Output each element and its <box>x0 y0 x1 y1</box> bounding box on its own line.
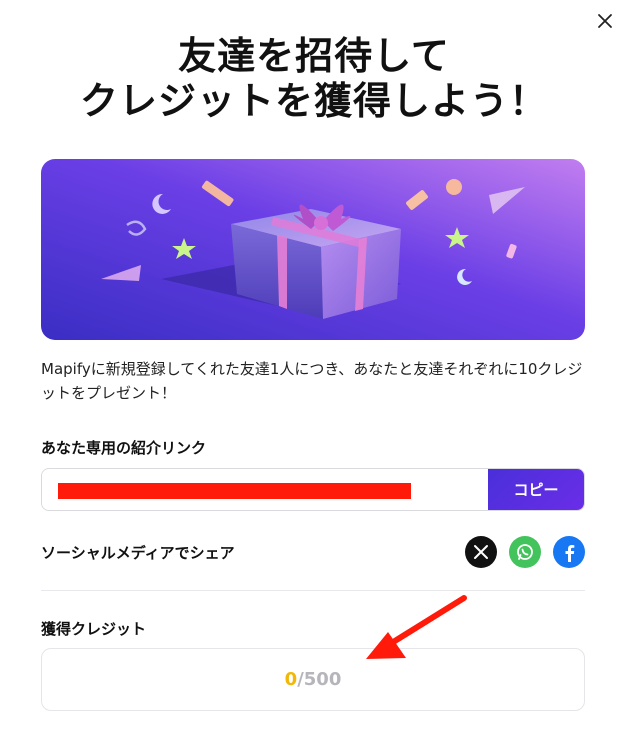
credits-current: 0 <box>284 669 298 690</box>
credits-total: 500 <box>303 669 342 690</box>
section-divider <box>41 590 585 591</box>
redaction-bar <box>58 483 411 499</box>
social-share-icons <box>465 536 585 568</box>
facebook-icon[interactable] <box>553 536 585 568</box>
close-button[interactable] <box>592 8 618 34</box>
title-line-2: クレジットを獲得しよう！ <box>79 79 548 123</box>
referral-description: Mapifyに新規登録してくれた友達1人につき、あなたと友達それぞれに10クレジ… <box>41 360 583 402</box>
referral-link-label: あなた専用の紹介リンク <box>41 439 207 457</box>
close-icon <box>598 14 612 28</box>
gift-banner-image <box>41 159 585 340</box>
title-line-1: 友達を招待して <box>178 34 450 78</box>
x-icon[interactable] <box>465 536 497 568</box>
credit-counter-box: 0 / 500 <box>41 648 585 711</box>
referral-link-box: コピー <box>41 468 585 511</box>
modal-title: 友達を招待して クレジットを獲得しよう！ <box>0 34 628 124</box>
referral-link-field <box>42 469 488 510</box>
credits-separator: / <box>297 669 304 690</box>
earned-credits-label: 獲得クレジット <box>41 620 147 638</box>
social-share-row: ソーシャルメディアでシェア <box>41 536 585 568</box>
social-share-label: ソーシャルメディアでシェア <box>41 543 235 562</box>
whatsapp-icon[interactable] <box>509 536 541 568</box>
copy-button[interactable]: コピー <box>488 469 584 510</box>
